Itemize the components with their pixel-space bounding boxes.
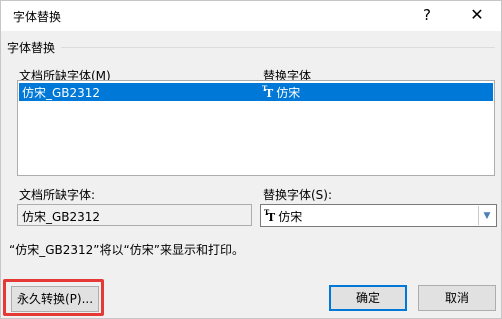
convert-permanently-button[interactable]: 永久转换(P)... <box>11 286 99 312</box>
group-divider <box>61 47 495 48</box>
missing-font-cell: 仿宋_GB2312 <box>22 86 101 100</box>
dialog-title: 字体替换 <box>13 10 62 24</box>
substitute-font-value: 仿宋 <box>278 210 303 224</box>
chevron-down-icon[interactable]: ▼ <box>478 206 495 225</box>
substitute-font-cell: T T 仿宋 <box>262 84 301 101</box>
truetype-font-icon: TT <box>264 208 276 224</box>
substitute-font-selected: T T 仿宋 <box>264 208 303 225</box>
cancel-button[interactable]: 取消 <box>418 285 496 311</box>
substitution-info-text: “仿宋_GB2312”将以“仿宋”来显示和打印。 <box>9 243 244 257</box>
ok-button[interactable]: 确定 <box>329 285 407 311</box>
missing-font-field: 仿宋_GB2312 <box>17 204 252 226</box>
list-item[interactable]: 仿宋_GB2312 T T 仿宋 <box>19 83 493 101</box>
group-label: 字体替换 <box>7 39 60 56</box>
substitute-font-dropdown[interactable]: T T 仿宋 ▼ <box>260 204 497 227</box>
close-button[interactable]: ✕ <box>465 4 489 26</box>
help-button[interactable]: ? <box>417 4 437 26</box>
truetype-font-icon: TT <box>262 84 274 100</box>
font-substitution-dialog: 字体替换 ? ✕ 字体替换 文档所缺字体(M) 替换字体 仿宋_GB2312 T… <box>0 0 502 319</box>
font-substitution-list[interactable]: 仿宋_GB2312 T T 仿宋 <box>17 80 495 176</box>
substitute-font-name: 仿宋 <box>276 86 301 100</box>
substitute-font-label: 替换字体(S): <box>263 188 333 202</box>
missing-font-label: 文档所缺字体: <box>19 188 96 202</box>
title-bar: 字体替换 ? ✕ <box>1 1 501 31</box>
